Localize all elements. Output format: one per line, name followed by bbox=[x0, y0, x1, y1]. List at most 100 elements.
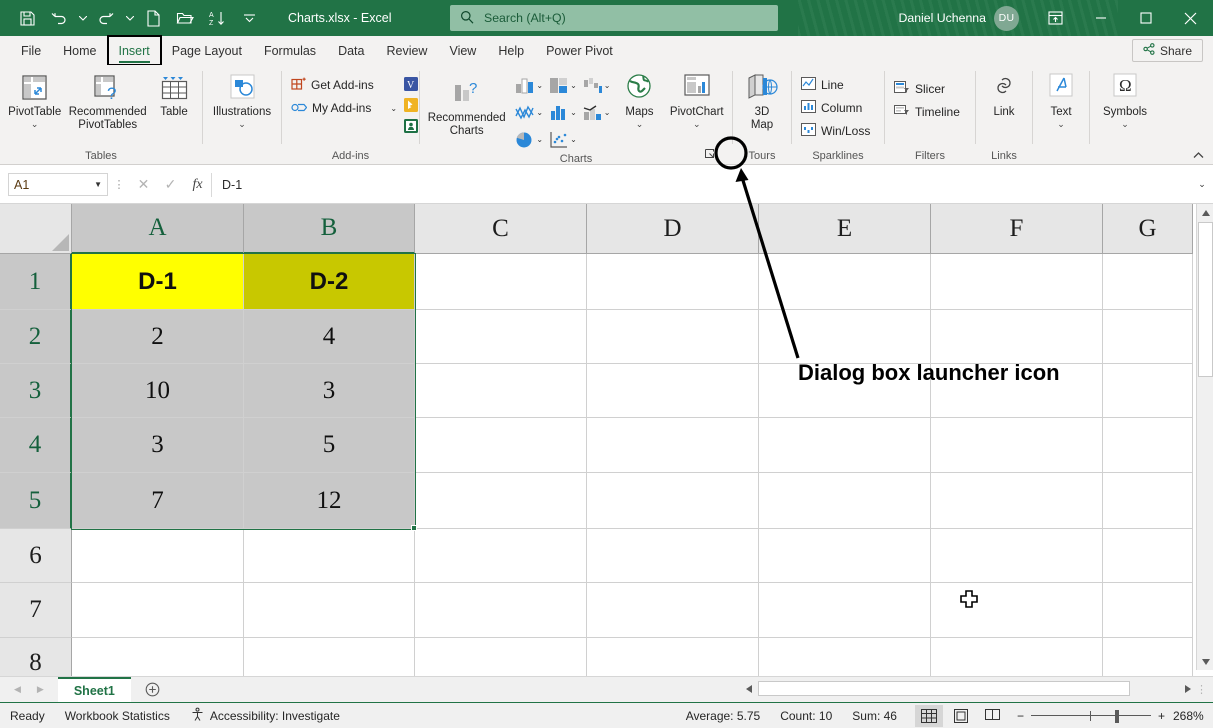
zoom-thumb[interactable] bbox=[1115, 710, 1119, 723]
cell-e7[interactable] bbox=[759, 583, 931, 638]
sort-az-icon[interactable]: A Z bbox=[202, 5, 232, 31]
undo-icon[interactable] bbox=[44, 5, 74, 31]
open-folder-icon[interactable] bbox=[170, 5, 200, 31]
save-icon[interactable] bbox=[12, 5, 42, 31]
redo-dropdown-icon[interactable] bbox=[123, 5, 136, 31]
next-sheet-icon[interactable]: ▶ bbox=[37, 684, 44, 695]
cell-e5[interactable] bbox=[759, 473, 931, 529]
visio-addin-icon[interactable]: V bbox=[403, 76, 419, 95]
recommended-pivot-tables-button[interactable]: ? Recommended PivotTables bbox=[66, 69, 149, 131]
cell-g7[interactable] bbox=[1103, 583, 1193, 638]
tab-help[interactable]: Help bbox=[487, 36, 535, 65]
line-area-chart-icon[interactable]: ⌄ bbox=[512, 99, 545, 125]
column-header-e[interactable]: E bbox=[759, 204, 931, 254]
chevron-down-icon[interactable]: ⌄ bbox=[31, 120, 39, 129]
cancel-icon[interactable]: ✕ bbox=[130, 173, 157, 197]
text-button[interactable]: Text ⌄ bbox=[1038, 69, 1084, 129]
cell-g8[interactable] bbox=[1103, 638, 1193, 676]
cell-d2[interactable] bbox=[587, 310, 759, 364]
search-input[interactable] bbox=[484, 11, 754, 25]
cell-e2[interactable] bbox=[759, 310, 931, 364]
link-button[interactable]: Link bbox=[981, 69, 1027, 119]
view-normal-icon[interactable] bbox=[915, 705, 943, 727]
chevron-down-icon[interactable]: ▼ bbox=[94, 180, 102, 189]
cell-c7[interactable] bbox=[415, 583, 587, 638]
share-button[interactable]: Share bbox=[1132, 39, 1203, 62]
people-graph-addin-icon[interactable] bbox=[403, 118, 419, 137]
zoom-slider[interactable]: − + bbox=[1009, 709, 1173, 723]
collapse-ribbon-icon[interactable] bbox=[1189, 146, 1207, 164]
chevron-down-icon[interactable]: ⌄ bbox=[693, 120, 701, 129]
status-sum[interactable]: Sum: 46 bbox=[842, 709, 913, 723]
new-file-icon[interactable] bbox=[138, 5, 168, 31]
chevron-down-icon[interactable]: ⌄ bbox=[636, 120, 644, 129]
column-bar-chart-icon[interactable]: ⌄ bbox=[512, 72, 545, 98]
workbook-statistics-button[interactable]: Workbook Statistics bbox=[55, 709, 180, 723]
cell-b8[interactable] bbox=[244, 638, 415, 676]
illustrations-button[interactable]: Illustrations ⌄ bbox=[208, 69, 276, 129]
cell-a5[interactable]: 7 bbox=[72, 473, 244, 529]
cell-e1[interactable] bbox=[759, 254, 931, 310]
view-page-layout-icon[interactable] bbox=[947, 705, 975, 727]
avatar[interactable]: DU bbox=[994, 6, 1019, 31]
cell-a8[interactable] bbox=[72, 638, 244, 676]
cell-e6[interactable] bbox=[759, 529, 931, 583]
row-header-2[interactable]: 2 bbox=[0, 310, 72, 364]
cell-c4[interactable] bbox=[415, 418, 587, 473]
cell-a6[interactable] bbox=[72, 529, 244, 583]
insert-function-icon[interactable]: fx bbox=[184, 173, 211, 197]
row-header-6[interactable]: 6 bbox=[0, 529, 72, 583]
cell-e4[interactable] bbox=[759, 418, 931, 473]
customize-qat-icon[interactable] bbox=[234, 5, 264, 31]
cell-d4[interactable] bbox=[587, 418, 759, 473]
horizontal-scroll-thumb[interactable] bbox=[758, 681, 1130, 696]
cell-b5[interactable]: 12 bbox=[244, 473, 415, 529]
waterfall-chart-icon[interactable]: ⌄ bbox=[580, 72, 613, 98]
tab-review[interactable]: Review bbox=[375, 36, 438, 65]
cell-e8[interactable] bbox=[759, 638, 931, 676]
row-header-8[interactable]: 8 bbox=[0, 638, 72, 676]
cell-g3[interactable] bbox=[1103, 364, 1193, 418]
status-average[interactable]: Average: 5.75 bbox=[676, 709, 771, 723]
row-header-3[interactable]: 3 bbox=[0, 364, 72, 418]
cell-g5[interactable] bbox=[1103, 473, 1193, 529]
chevron-down-icon[interactable]: ⌄ bbox=[390, 104, 397, 113]
cell-g1[interactable] bbox=[1103, 254, 1193, 310]
cell-c1[interactable] bbox=[415, 254, 587, 310]
cell-b4[interactable]: 5 bbox=[244, 418, 415, 473]
cell-c6[interactable] bbox=[415, 529, 587, 583]
zoom-level[interactable]: 268% bbox=[1173, 709, 1213, 723]
vertical-scroll-thumb[interactable] bbox=[1198, 222, 1213, 377]
cell-f2[interactable] bbox=[931, 310, 1103, 364]
get-addins-button[interactable]: Get Add-ins bbox=[287, 74, 401, 96]
name-box[interactable]: A1 ▼ bbox=[8, 173, 108, 196]
bing-maps-addin-icon[interactable] bbox=[403, 97, 419, 116]
cell-g2[interactable] bbox=[1103, 310, 1193, 364]
row-header-5[interactable]: 5 bbox=[0, 473, 72, 529]
select-all-corner[interactable] bbox=[0, 204, 72, 254]
sparkline-line-button[interactable]: Line bbox=[797, 74, 874, 96]
row-header-4[interactable]: 4 bbox=[0, 418, 72, 473]
scroll-right-icon[interactable] bbox=[1179, 680, 1196, 698]
cell-b6[interactable] bbox=[244, 529, 415, 583]
cell-c5[interactable] bbox=[415, 473, 587, 529]
cell-a3[interactable]: 10 bbox=[72, 364, 244, 418]
cell-b2[interactable]: 4 bbox=[244, 310, 415, 364]
minimize-button[interactable] bbox=[1078, 0, 1123, 36]
scatter-chart-icon[interactable]: ⌄ bbox=[546, 126, 579, 152]
accessibility-button[interactable]: Accessibility: Investigate bbox=[180, 707, 350, 725]
cell-b7[interactable] bbox=[244, 583, 415, 638]
tab-file[interactable]: File bbox=[10, 36, 52, 65]
chevron-down-icon[interactable]: ⌄ bbox=[1121, 120, 1129, 129]
cell-d8[interactable] bbox=[587, 638, 759, 676]
column-header-b[interactable]: B bbox=[244, 204, 415, 254]
horizontal-scrollbar[interactable] bbox=[740, 680, 1196, 698]
tab-page-layout[interactable]: Page Layout bbox=[161, 36, 253, 65]
pivot-table-button[interactable]: PivotTable ⌄ bbox=[5, 69, 64, 129]
scroll-up-icon[interactable] bbox=[1197, 204, 1213, 221]
statistic-chart-icon[interactable]: ⌄ bbox=[546, 99, 579, 125]
column-header-c[interactable]: C bbox=[415, 204, 587, 254]
expand-formula-bar-icon[interactable]: ⌄ bbox=[1191, 179, 1213, 190]
cell-c3[interactable] bbox=[415, 364, 587, 418]
cell-d1[interactable] bbox=[587, 254, 759, 310]
